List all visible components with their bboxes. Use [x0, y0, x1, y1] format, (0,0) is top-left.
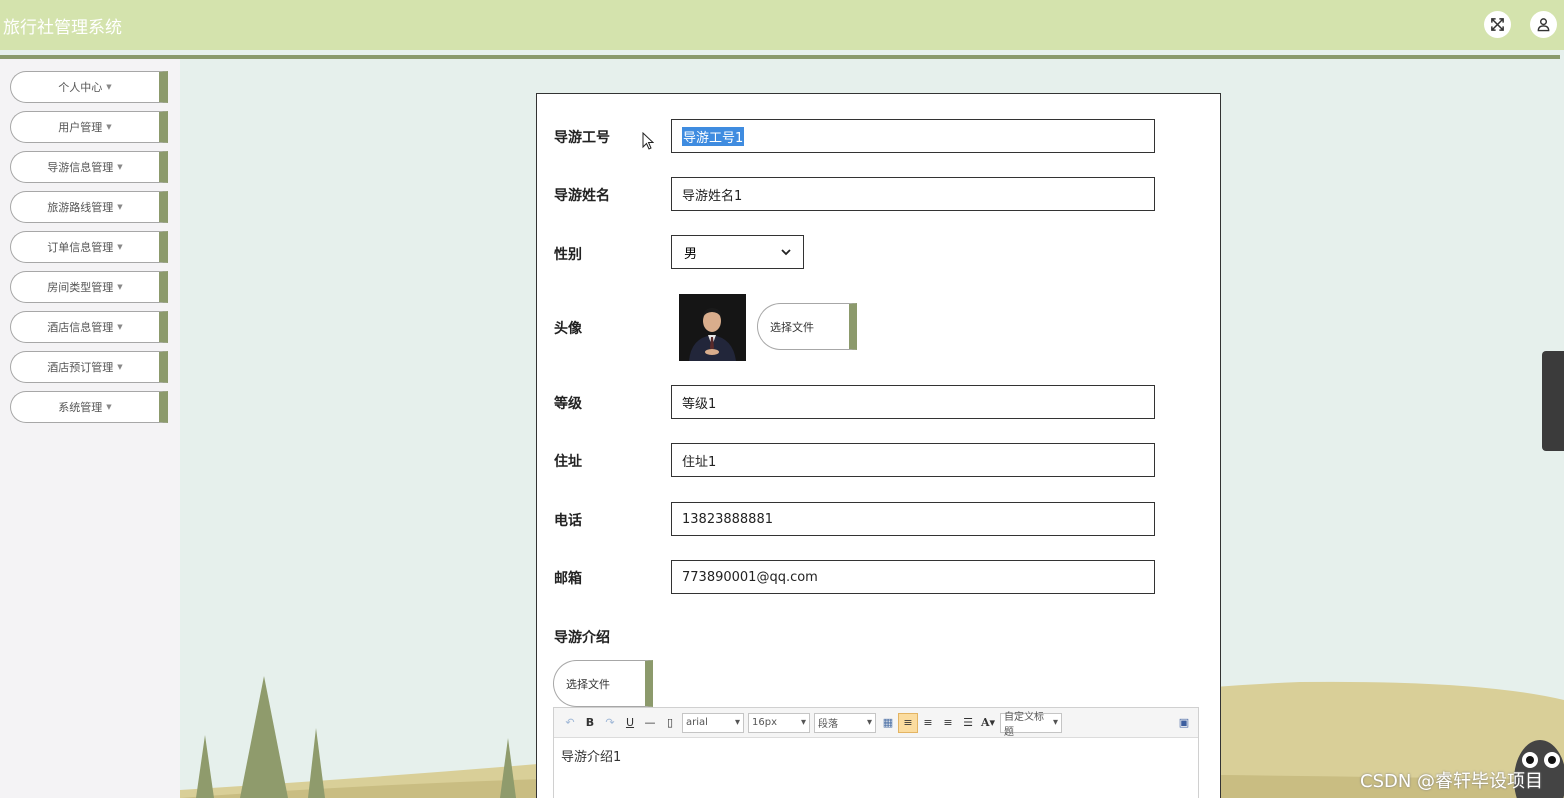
intro-upload-label: 选择文件 — [566, 677, 610, 691]
address-value: 住址1 — [682, 454, 717, 470]
sidebar-item-user-management[interactable]: 用户管理 ▼ — [10, 111, 168, 143]
align-center-icon[interactable]: ≡ — [938, 713, 958, 733]
phone-label: 电话 — [554, 513, 582, 529]
caret-down-icon: ▼ — [117, 363, 123, 371]
sidebar-item-label: 个人中心 — [58, 81, 103, 94]
address-label: 住址 — [554, 454, 582, 470]
sidebar-item-label: 系统管理 — [58, 401, 103, 414]
caret-down-icon: ▾ — [734, 717, 740, 728]
caret-down-icon: ▾ — [1052, 717, 1058, 728]
guide-id-label: 导游工号 — [554, 130, 610, 146]
caret-down-icon: ▼ — [106, 123, 112, 131]
email-value: 773890001@qq.com — [682, 569, 818, 585]
editor-toolbar: ↶ B ↷ U — ▯ arial ▾ 16px ▾ 段落 ▾ ▦ ≡ ≡ ≡ ☰ A… — [554, 708, 1198, 738]
guide-name-label: 导游姓名 — [554, 188, 610, 204]
header-divider — [0, 55, 1560, 59]
caret-down-icon: ▼ — [117, 323, 123, 331]
font-family-value: arial — [686, 717, 708, 728]
horizontal-rule-icon[interactable]: — — [640, 713, 660, 733]
sidebar-item-personal-center[interactable]: 个人中心 ▼ — [10, 71, 168, 103]
caret-down-icon: ▼ — [117, 203, 123, 211]
sidebar-item-label: 酒店信息管理 — [47, 321, 114, 334]
bold-icon[interactable]: B — [580, 713, 600, 733]
gender-select[interactable]: 男 — [671, 235, 804, 269]
sidebar: 个人中心 ▼ 用户管理 ▼ 导游信息管理 ▼ 旅游路线管理 ▼ 订单信息管理 ▼ 房间类型… — [0, 59, 180, 798]
page-icon[interactable]: ▯ — [660, 713, 680, 733]
caret-down-icon: ▼ — [117, 163, 123, 171]
sidebar-item-hotel-booking[interactable]: 酒店预订管理 ▼ — [10, 351, 168, 383]
intro-content: 导游介绍1 — [561, 750, 622, 765]
guide-id-value: 导游工号1 — [682, 126, 745, 146]
guide-id-input[interactable]: 导游工号1 — [671, 119, 1155, 153]
email-label: 邮箱 — [554, 571, 582, 587]
align-right-icon[interactable]: ≡ — [918, 713, 938, 733]
avatar-upload-button[interactable]: 选择文件 — [757, 303, 857, 350]
align-justify-icon[interactable]: ☰ — [958, 713, 978, 733]
fullscreen-icon — [1491, 18, 1504, 31]
font-color-icon[interactable]: A▾ — [978, 713, 998, 733]
caret-down-icon: ▼ — [106, 83, 112, 91]
level-value: 等级1 — [682, 396, 717, 412]
sidebar-item-system-management[interactable]: 系统管理 ▼ — [10, 391, 168, 423]
sidebar-item-hotel-info[interactable]: 酒店信息管理 ▼ — [10, 311, 168, 343]
font-size-select[interactable]: 16px ▾ — [748, 712, 810, 733]
user-button[interactable] — [1530, 11, 1557, 38]
avatar-upload-label: 选择文件 — [770, 320, 814, 334]
caret-down-icon: ▼ — [117, 283, 123, 291]
phone-input[interactable]: 13823888881 — [671, 502, 1155, 536]
guide-name-input[interactable]: 导游姓名1 — [671, 177, 1155, 211]
caret-down-icon: ▾ — [800, 717, 806, 728]
custom-title-value: 自定义标题 — [1004, 711, 1044, 738]
level-input[interactable]: 等级1 — [671, 385, 1155, 419]
intro-rich-editor: ↶ B ↷ U — ▯ arial ▾ 16px ▾ 段落 ▾ ▦ ≡ ≡ ≡ ☰ A… — [553, 707, 1199, 798]
underline-icon[interactable]: U — [620, 713, 640, 733]
avatar-label: 头像 — [554, 321, 582, 337]
sidebar-item-label: 旅游路线管理 — [47, 201, 114, 214]
caret-down-icon: ▼ — [106, 403, 112, 411]
sidebar-item-travel-route[interactable]: 旅游路线管理 ▼ — [10, 191, 168, 223]
gender-label: 性别 — [554, 247, 582, 263]
user-icon — [1537, 18, 1550, 32]
sidebar-item-label: 用户管理 — [58, 121, 103, 134]
table-icon[interactable]: ▦ — [878, 713, 898, 733]
intro-label: 导游介绍 — [554, 630, 610, 646]
sidebar-item-label: 房间类型管理 — [47, 281, 114, 294]
caret-down-icon: ▾ — [866, 717, 872, 728]
guide-name-value: 导游姓名1 — [682, 188, 743, 204]
guide-edit-form: 导游工号 导游工号1 导游姓名 导游姓名1 性别 男 头像 选择文件 等级 等级… — [536, 93, 1221, 798]
align-left-icon[interactable]: ≡ — [898, 712, 918, 733]
top-header: 旅行社管理系统 — [0, 0, 1564, 50]
gender-value: 男 — [684, 246, 698, 262]
phone-value: 13823888881 — [682, 511, 773, 527]
fullscreen-button[interactable] — [1484, 11, 1511, 38]
redo-icon[interactable]: ↷ — [600, 713, 620, 733]
level-label: 等级 — [554, 396, 582, 412]
undo-icon[interactable]: ↶ — [560, 713, 580, 733]
sidebar-item-label: 酒店预订管理 — [47, 361, 114, 374]
avatar-image — [679, 294, 746, 361]
editor-content[interactable]: 导游介绍1 — [554, 738, 1198, 773]
side-panel-handle[interactable] — [1542, 351, 1564, 451]
custom-title-select[interactable]: 自定义标题 ▾ — [1000, 712, 1062, 738]
sidebar-item-label: 订单信息管理 — [47, 241, 114, 254]
address-input[interactable]: 住址1 — [671, 443, 1155, 477]
sidebar-item-room-type[interactable]: 房间类型管理 ▼ — [10, 271, 168, 303]
mouse-cursor-icon — [642, 132, 654, 150]
intro-upload-button[interactable]: 选择文件 — [553, 660, 653, 707]
caret-down-icon: ▼ — [117, 243, 123, 251]
email-input[interactable]: 773890001@qq.com — [671, 560, 1155, 594]
preview-icon[interactable]: ▣ — [1174, 713, 1194, 733]
watermark: CSDN @睿轩毕设项目 — [1360, 771, 1544, 792]
chevron-down-icon — [781, 249, 791, 256]
sidebar-item-order-info[interactable]: 订单信息管理 ▼ — [10, 231, 168, 263]
sidebar-item-label: 导游信息管理 — [47, 161, 114, 174]
font-size-value: 16px — [752, 717, 777, 728]
paragraph-value: 段落 — [818, 719, 838, 730]
app-title: 旅行社管理系统 — [3, 18, 122, 38]
sidebar-item-guide-info[interactable]: 导游信息管理 ▼ — [10, 151, 168, 183]
font-family-select[interactable]: arial ▾ — [682, 712, 744, 733]
paragraph-select[interactable]: 段落 ▾ — [814, 712, 876, 733]
